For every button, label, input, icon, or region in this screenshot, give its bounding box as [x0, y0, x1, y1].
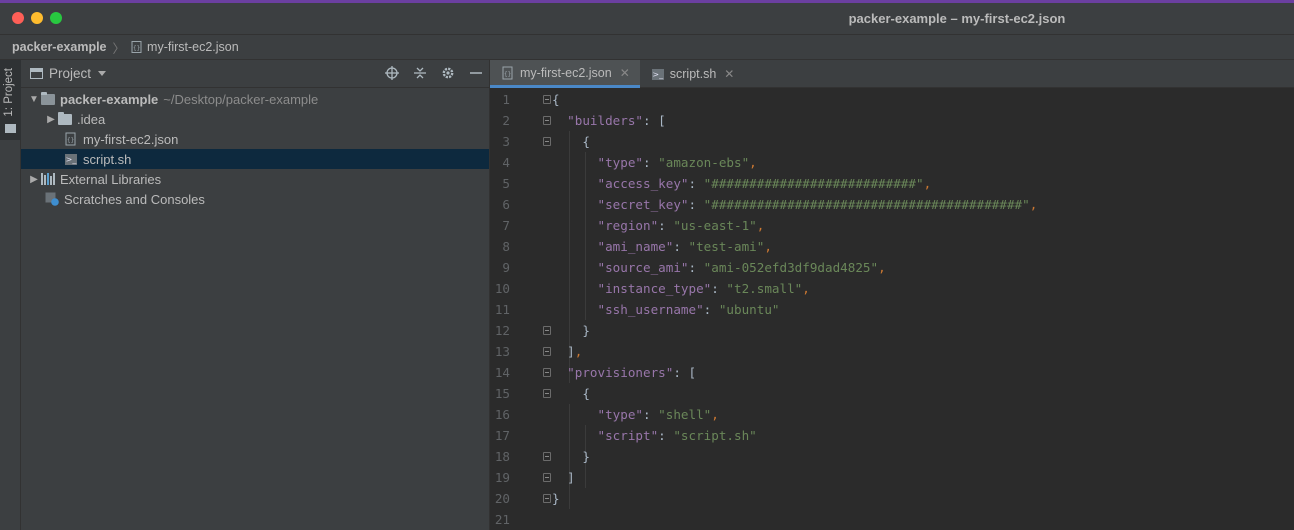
tree-item-path: ~/Desktop/packer-example: [163, 91, 319, 107]
tree-item-label: .idea: [77, 111, 106, 127]
json-file-icon: {}: [502, 66, 513, 79]
editor-tabs: {} my-first-ec2.json ✕ >_ script.sh ✕: [490, 60, 1294, 88]
locate-icon[interactable]: [385, 66, 399, 80]
collapse-all-icon[interactable]: [413, 66, 427, 80]
shell-script-icon: >_: [65, 153, 77, 165]
close-icon[interactable]: ✕: [724, 67, 734, 81]
tree-item-label: External Libraries: [60, 171, 162, 187]
fold-icon[interactable]: [543, 326, 551, 335]
fold-icon[interactable]: [543, 494, 551, 503]
tree-item-label: packer-example: [60, 91, 159, 107]
hide-panel-icon[interactable]: [469, 66, 483, 80]
fold-icon[interactable]: [543, 452, 551, 461]
code-line: 4 "type": "amazon-ebs",: [502, 155, 757, 170]
code-line: 5 "access_key": "#######################…: [502, 176, 932, 191]
code-line: 6 "secret_key": "#######################…: [502, 197, 1038, 212]
json-file-icon: {}: [65, 132, 76, 146]
code-line: 17 "script": "script.sh": [494, 428, 757, 443]
gear-icon[interactable]: [441, 66, 455, 80]
title-bar: packer-example – my-first-ec2.json: [0, 0, 1294, 34]
tree-item-script-sh[interactable]: >_ script.sh: [21, 149, 489, 169]
tree-item-label: Scratches and Consoles: [64, 191, 205, 207]
tab-label: script.sh: [669, 67, 717, 81]
tree-item-idea[interactable]: ▶ .idea: [21, 109, 489, 129]
fold-icon[interactable]: [543, 347, 551, 356]
fold-icon[interactable]: [543, 473, 551, 482]
code-line: 11 "ssh_username": "ubuntu": [494, 302, 780, 317]
tree-item-label: my-first-ec2.json: [83, 131, 179, 147]
code-line: 10 "instance_type": "t2.small",: [494, 281, 810, 296]
json-file-icon: {}: [131, 41, 142, 53]
project-view-selector[interactable]: Project: [49, 66, 91, 81]
project-window-icon: [30, 68, 43, 79]
tab-label: my-first-ec2.json: [520, 65, 612, 80]
code-line: 8 "ami_name": "test-ami",: [502, 239, 772, 254]
tree-item-scratches[interactable]: Scratches and Consoles: [21, 189, 489, 209]
tab-script-sh[interactable]: >_ script.sh ✕: [640, 60, 745, 88]
project-panel-header: Project: [21, 60, 489, 88]
code-line: 13 ],: [494, 344, 583, 359]
tree-item-my-first-ec2-json[interactable]: {} my-first-ec2.json: [21, 129, 489, 149]
code-line: 12 }: [494, 323, 590, 338]
left-tool-strip: 1: Project: [0, 60, 21, 530]
chevron-right-icon: 〉: [112, 41, 126, 56]
window-title: packer-example – my-first-ec2.json: [848, 11, 1066, 26]
svg-text:{}: {}: [504, 71, 511, 78]
folder-icon: [58, 111, 72, 125]
code-line: 19 ]: [494, 470, 575, 485]
library-icon: [41, 173, 55, 185]
fold-icon[interactable]: [543, 116, 551, 125]
chevron-down-icon[interactable]: [98, 71, 107, 76]
chevron-right-icon[interactable]: ▶: [27, 174, 41, 185]
project-tool-label: 1: Project: [3, 68, 15, 117]
editor-area: {} my-first-ec2.json ✕ >_ script.sh ✕ 1{…: [489, 60, 1294, 530]
code-line: 20}: [494, 491, 560, 506]
code-line: 15 {: [494, 386, 590, 401]
svg-text:{}: {}: [133, 45, 140, 52]
code-line: 21: [494, 512, 510, 527]
fold-icon[interactable]: [543, 368, 551, 377]
tree-item-project-root[interactable]: ▼ packer-example ~/Desktop/packer-exampl…: [21, 89, 489, 109]
close-icon[interactable]: ✕: [620, 66, 630, 80]
code-editor[interactable]: 1{ 2 "builders": [ 3 { 4 "type": "amazon…: [490, 89, 1294, 530]
scratches-icon: [45, 192, 59, 206]
tree-item-external-libraries[interactable]: ▶ External Libraries: [21, 169, 489, 189]
code-line: 9 "source_ami": "ami-052efd3df9dad4825",: [502, 260, 886, 275]
fold-icon[interactable]: [543, 389, 551, 398]
project-panel: Project ▼ packer-example ~/Desktop/packe…: [21, 60, 489, 530]
code-line: 7 "region": "us-east-1",: [502, 218, 765, 233]
fold-icon[interactable]: [543, 95, 551, 104]
code-line: 16 "type": "shell",: [494, 407, 719, 422]
project-tree: ▼ packer-example ~/Desktop/packer-exampl…: [21, 89, 489, 209]
chevron-right-icon[interactable]: ▶: [44, 114, 58, 125]
project-folder-icon: [41, 91, 55, 105]
tree-item-label: script.sh: [83, 151, 132, 167]
code-line: 18 }: [494, 449, 590, 464]
breadcrumb-project[interactable]: packer-example: [12, 40, 107, 54]
chevron-down-icon[interactable]: ▼: [27, 94, 41, 105]
code-line: 14 "provisioners": [: [494, 365, 697, 380]
code-line: 2 "builders": [: [502, 113, 666, 128]
tab-my-first-ec2-json[interactable]: {} my-first-ec2.json ✕: [490, 60, 640, 88]
project-tool-window-tab[interactable]: 1: Project: [0, 60, 21, 140]
folder-icon: [5, 124, 16, 133]
code-line: 3 {: [502, 134, 590, 149]
breadcrumb-file[interactable]: my-first-ec2.json: [147, 40, 239, 54]
breadcrumb: packer-example 〉 {} my-first-ec2.json: [0, 34, 1294, 60]
fold-icon[interactable]: [543, 137, 551, 146]
shell-script-icon: >_: [651, 68, 664, 80]
code-line: 1{: [502, 92, 560, 107]
svg-text:{}: {}: [67, 137, 74, 144]
